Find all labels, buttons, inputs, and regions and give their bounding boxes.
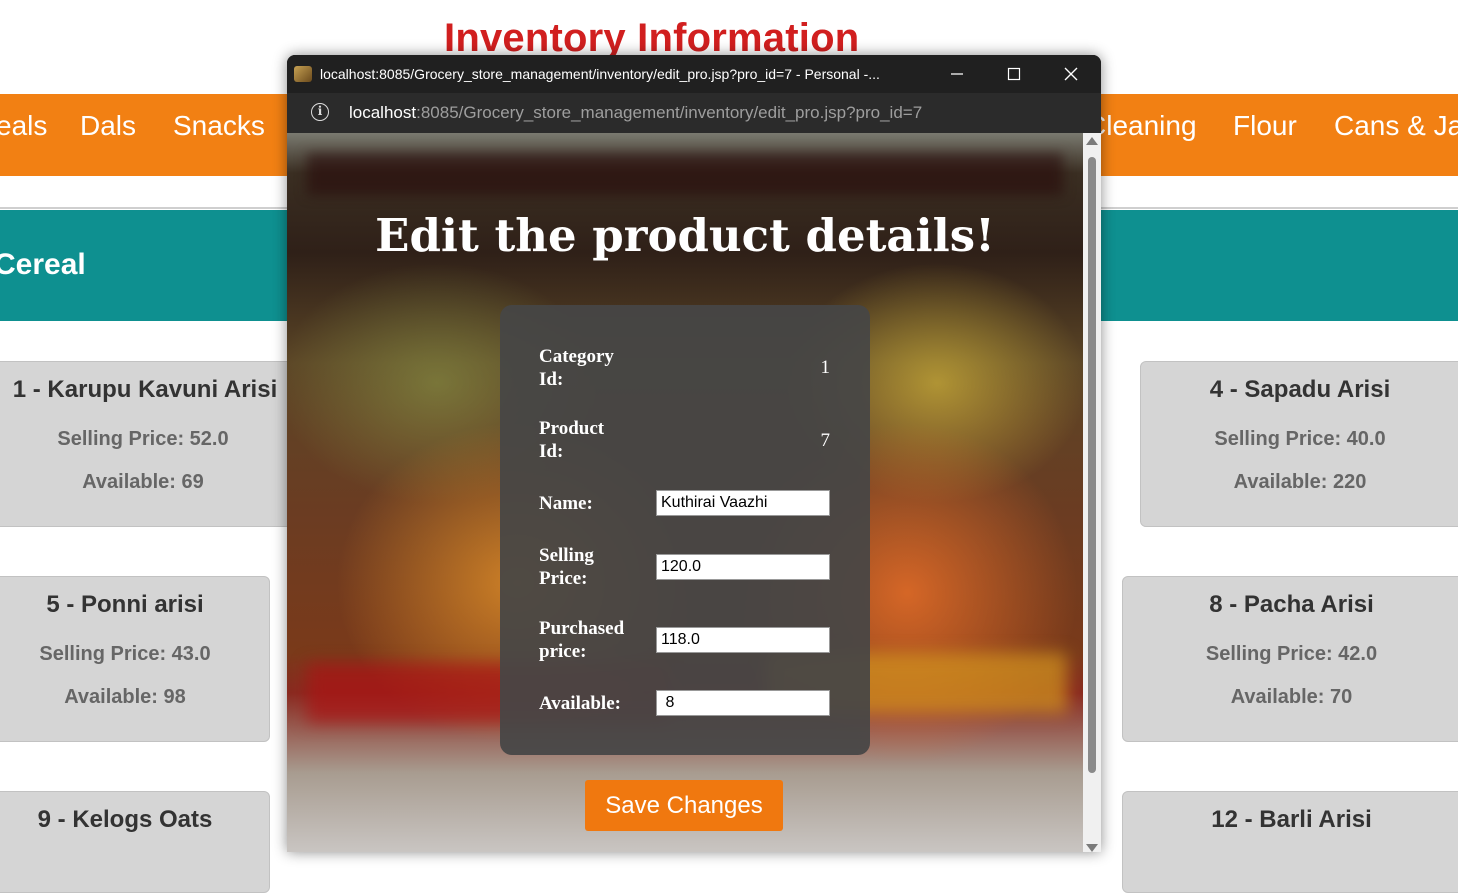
product-card[interactable]: 5 - Ponni arisi Selling Price: 43.0 Avai…: [0, 576, 270, 742]
product-id-label: Product Id:: [539, 418, 605, 462]
nav-item-cereals[interactable]: eals: [0, 110, 47, 142]
product-card-title: 9 - Kelogs Oats: [37, 806, 213, 833]
nav-item-dals[interactable]: Dals: [80, 110, 136, 142]
name-input[interactable]: [656, 490, 830, 516]
nav-item-cleaning[interactable]: Cleaning: [1086, 110, 1197, 142]
product-card-available: Available: 70: [1230, 686, 1353, 708]
scroll-down-icon[interactable]: [1086, 844, 1098, 852]
available-label: Available:: [539, 693, 621, 714]
address-bar[interactable]: i localhost:8085/Grocery_store_managemen…: [287, 93, 1101, 133]
purchased-price-input[interactable]: [656, 627, 830, 653]
selling-price-input[interactable]: [656, 554, 830, 580]
popup-content: Edit the product details! Category Id: 1…: [287, 133, 1083, 852]
nav-item-snacks[interactable]: Snacks: [173, 110, 265, 142]
product-id-value: 7: [820, 430, 831, 451]
url-path: :8085/Grocery_store_management/inventory…: [416, 103, 923, 122]
product-card[interactable]: 12 - Barli Arisi: [1122, 791, 1458, 893]
product-card-title: 5 - Ponni arisi: [46, 591, 204, 618]
product-card-price: Selling Price: 42.0: [1205, 643, 1378, 665]
url-host: localhost: [349, 103, 417, 122]
vertical-scrollbar[interactable]: [1083, 133, 1101, 852]
product-card-title: 12 - Barli Arisi: [1211, 806, 1372, 833]
nav-item-flour[interactable]: Flour: [1233, 110, 1297, 142]
window-title: localhost:8085/Grocery_store_management/…: [320, 66, 880, 82]
edit-heading: Edit the product details!: [375, 209, 995, 262]
site-favicon-icon: [294, 66, 312, 82]
purchased-price-label: Purchased price:: [539, 618, 625, 662]
category-title: Cereal: [0, 248, 86, 281]
product-card[interactable]: 4 - Sapadu Arisi Selling Price: 40.0 Ava…: [1140, 361, 1458, 527]
category-id-value: 1: [820, 357, 831, 378]
product-card[interactable]: 8 - Pacha Arisi Selling Price: 42.0 Avai…: [1122, 576, 1458, 742]
product-card-price: Selling Price: 43.0: [39, 643, 211, 665]
product-card-available: Available: 69: [82, 471, 204, 493]
save-changes-button[interactable]: Save Changes: [585, 780, 783, 831]
product-card-available: Available: 98: [64, 686, 186, 708]
edit-product-popup-window: localhost:8085/Grocery_store_management/…: [287, 55, 1101, 852]
url-text[interactable]: localhost:8085/Grocery_store_management/…: [349, 103, 922, 123]
product-card-title: 1 - Karupu Kavuni Arisi: [12, 376, 278, 403]
close-icon[interactable]: [1042, 55, 1099, 93]
scroll-thumb[interactable]: [1088, 157, 1096, 773]
window-titlebar[interactable]: localhost:8085/Grocery_store_management/…: [287, 55, 1101, 93]
product-card-available: Available: 220: [1233, 471, 1367, 493]
minimize-icon[interactable]: [928, 55, 985, 93]
product-card-price: Selling Price: 52.0: [57, 428, 229, 450]
product-card[interactable]: 9 - Kelogs Oats: [0, 791, 270, 893]
scroll-up-icon[interactable]: [1086, 137, 1098, 145]
site-info-icon[interactable]: i: [311, 103, 329, 121]
category-id-label: Category Id:: [539, 346, 614, 390]
maximize-icon[interactable]: [985, 55, 1042, 93]
product-card-price: Selling Price: 40.0: [1214, 428, 1386, 450]
available-input[interactable]: [656, 690, 830, 716]
product-card-title: 4 - Sapadu Arisi: [1209, 376, 1391, 403]
product-card-title: 8 - Pacha Arisi: [1209, 591, 1374, 618]
edit-product-form: Category Id: 1 Product Id: 7 Name: Selli…: [500, 305, 870, 755]
name-label: Name:: [539, 493, 593, 514]
selling-price-label: Selling Price:: [539, 545, 594, 589]
nav-item-cans-jars[interactable]: Cans & Ja: [1334, 110, 1458, 142]
product-card[interactable]: 1 - Karupu Kavuni Arisi Selling Price: 5…: [0, 361, 306, 527]
background-photo-shelf: [307, 153, 1063, 195]
